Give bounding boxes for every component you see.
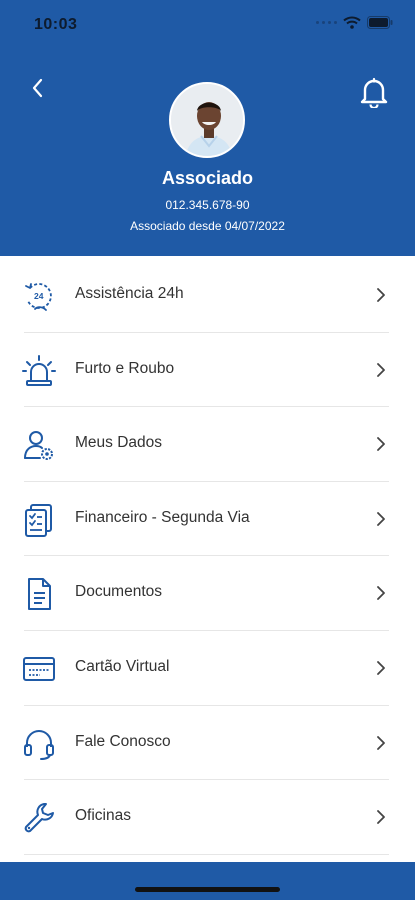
svg-text:24: 24 xyxy=(34,291,44,301)
menu-item-meus-dados[interactable]: Meus Dados xyxy=(0,407,415,482)
menu-item-label: Meus Dados xyxy=(75,434,163,452)
chevron-right-icon xyxy=(377,511,385,526)
signal-dots-icon xyxy=(316,21,337,24)
menu-item-label: Furto e Roubo xyxy=(75,359,175,377)
menu-item-furto-roubo[interactable]: Furto e Roubo xyxy=(0,333,415,408)
menu-item-label: Fale Conosco xyxy=(75,732,171,750)
divider xyxy=(24,853,389,855)
status-icons xyxy=(316,16,393,29)
profile-cpf: 012.345.678-90 xyxy=(165,198,250,212)
member-since: Associado desde 04/07/2022 xyxy=(130,219,285,233)
status-bar: 10:03 xyxy=(0,0,415,50)
menu-item-fale-conosco[interactable]: Fale Conosco xyxy=(0,706,415,781)
bottom-bar xyxy=(0,862,415,900)
menu-item-label: Financeiro - Segunda Via xyxy=(75,508,250,526)
profile-name: Associado xyxy=(161,168,254,188)
chevron-right-icon xyxy=(377,661,385,675)
battery-icon xyxy=(367,16,393,29)
menu-item-cartao-virtual[interactable]: Cartão Virtual xyxy=(0,631,415,706)
chevron-right-icon xyxy=(377,735,385,750)
status-time: 10:03 xyxy=(34,16,78,33)
document-checklist-icon xyxy=(25,503,52,537)
chevron-right-icon xyxy=(377,586,385,601)
menu-item-label: Assistência 24h xyxy=(75,285,184,302)
menu-item-assistencia[interactable]: 24 Assistência 24h xyxy=(0,258,415,333)
card-icon xyxy=(23,656,55,681)
headset-icon xyxy=(24,729,54,760)
document-icon xyxy=(28,578,51,611)
profile-header: 10:03 Associado 012.345.678-90 Associado… xyxy=(0,0,415,256)
menu-item-financeiro[interactable]: Financeiro - Segunda Via xyxy=(0,482,415,557)
avatar xyxy=(169,82,245,158)
back-icon[interactable] xyxy=(26,76,50,100)
assistance-24h-icon: 24 xyxy=(25,283,52,311)
menu-item-oficinas[interactable]: Oficinas xyxy=(0,780,415,855)
menu-item-label: Cartão Virtual xyxy=(75,657,170,675)
menu-item-label: Oficinas xyxy=(75,807,131,825)
menu-item-label: Documentos xyxy=(75,583,163,601)
menu-item-documentos[interactable]: Documentos xyxy=(0,556,415,631)
home-indicator[interactable] xyxy=(135,887,280,892)
chevron-right-icon xyxy=(377,810,385,825)
wrench-icon xyxy=(24,803,54,833)
person-photo-icon xyxy=(171,84,243,156)
siren-icon xyxy=(22,354,56,386)
wifi-icon xyxy=(343,16,361,29)
chevron-right-icon xyxy=(377,288,385,302)
chevron-right-icon xyxy=(377,437,385,452)
bell-icon[interactable] xyxy=(360,76,388,108)
user-settings-icon xyxy=(24,431,53,461)
menu-list: 24 Assistência 24h Furto e Roubo Meus Da… xyxy=(0,258,415,855)
chevron-right-icon xyxy=(377,362,385,377)
